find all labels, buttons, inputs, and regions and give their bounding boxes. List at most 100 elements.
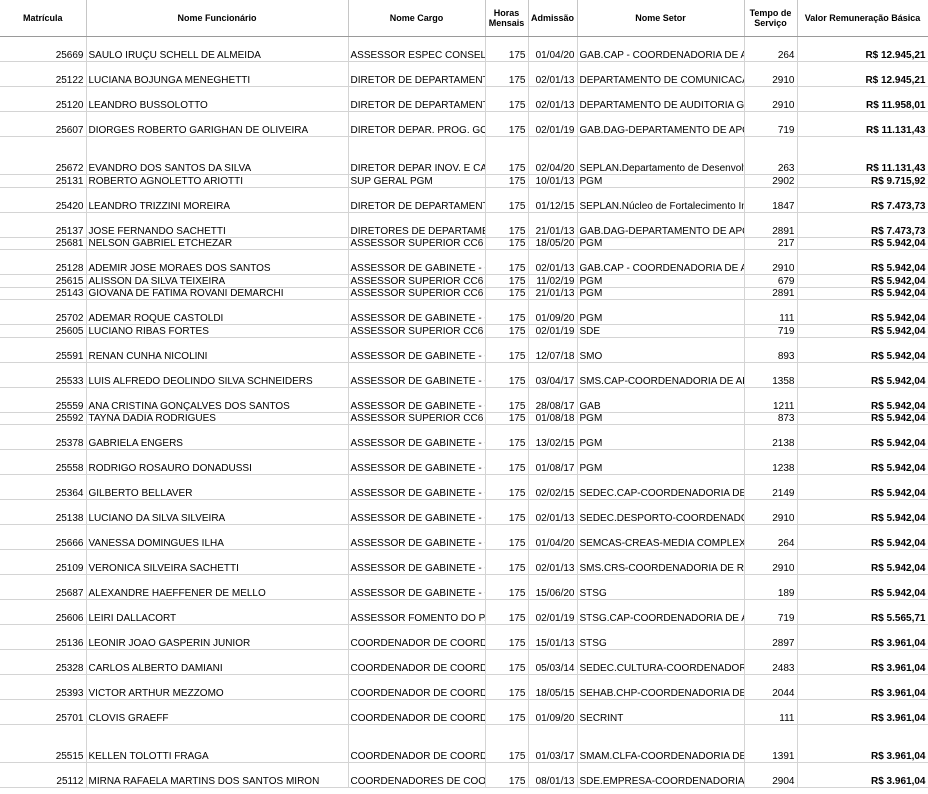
- cell-nome[interactable]: CLOVIS GRAEFF: [86, 699, 349, 725]
- cell-admissao[interactable]: 18/05/20: [528, 237, 578, 250]
- cell-horas[interactable]: 175: [485, 136, 529, 175]
- cell-tempo[interactable]: 189: [744, 574, 798, 600]
- cell-matricula[interactable]: 25138: [0, 499, 87, 525]
- cell-tempo[interactable]: 719: [744, 111, 798, 137]
- cell-tempo[interactable]: 1391: [744, 724, 798, 763]
- table-row[interactable]: 25666 VANESSA DOMINGUES ILHA ASSESSOR DE G…: [0, 524, 928, 550]
- cell-horas[interactable]: 175: [485, 699, 529, 725]
- table-row[interactable]: 25136 LEONIR JOAO GASPERIN JUNIOR COORDENA…: [0, 624, 928, 650]
- cell-tempo[interactable]: 1211: [744, 387, 798, 413]
- cell-cargo[interactable]: DIRETORES DE DEPARTAMENTO: [348, 212, 486, 238]
- cell-nome[interactable]: ADEMIR JOSE MORAES DOS SANTOS: [86, 249, 349, 275]
- table-row[interactable]: 25687 ALEXANDRE HAEFFENER DE MELLO ASSESSO…: [0, 574, 928, 600]
- cell-matricula[interactable]: 25702: [0, 299, 87, 325]
- cell-tempo[interactable]: 719: [744, 324, 798, 338]
- cell-valor[interactable]: R$ 11.958,01: [797, 86, 928, 112]
- cell-tempo[interactable]: 111: [744, 299, 798, 325]
- cell-matricula[interactable]: 25669: [0, 36, 87, 62]
- cell-tempo[interactable]: 111: [744, 699, 798, 725]
- cell-setor[interactable]: PGM: [577, 299, 745, 325]
- cell-cargo[interactable]: ASSESSOR SUPERIOR CC6: [348, 412, 486, 425]
- cell-horas[interactable]: 175: [485, 649, 529, 675]
- cell-horas[interactable]: 175: [485, 499, 529, 525]
- cell-admissao[interactable]: 02/04/20: [528, 136, 578, 175]
- cell-matricula[interactable]: 25136: [0, 624, 87, 650]
- cell-cargo[interactable]: ASSESSOR FOMENTO DO PARQUE MUNI: [348, 599, 486, 625]
- cell-setor[interactable]: SEPLAN.Núcleo de Fortalecimento Instituc…: [577, 187, 745, 213]
- cell-nome[interactable]: NELSON GABRIEL ETCHEZAR: [86, 237, 349, 250]
- table-row[interactable]: 25420 LEANDRO TRIZZINI MOREIRA DIRETOR DE …: [0, 187, 928, 213]
- cell-tempo[interactable]: 2904: [744, 762, 798, 788]
- cell-nome[interactable]: DIORGES ROBERTO GARIGHAN DE OLIVEIRA: [86, 111, 349, 137]
- cell-valor[interactable]: R$ 5.565,71: [797, 599, 928, 625]
- cell-horas[interactable]: 175: [485, 111, 529, 137]
- cell-tempo[interactable]: 217: [744, 237, 798, 250]
- cell-nome[interactable]: LEONIR JOAO GASPERIN JUNIOR: [86, 624, 349, 650]
- table-row[interactable]: 25606 LEIRI DALLACORT ASSESSOR FOMENTO DO …: [0, 599, 928, 625]
- cell-nome[interactable]: VANESSA DOMINGUES ILHA: [86, 524, 349, 550]
- cell-admissao[interactable]: 08/01/13: [528, 762, 578, 788]
- cell-matricula[interactable]: 25672: [0, 136, 87, 175]
- cell-admissao[interactable]: 13/02/15: [528, 424, 578, 450]
- cell-tempo[interactable]: 2044: [744, 674, 798, 700]
- cell-valor[interactable]: R$ 5.942,04: [797, 237, 928, 250]
- cell-valor[interactable]: R$ 3.961,04: [797, 762, 928, 788]
- cell-admissao[interactable]: 21/01/13: [528, 287, 578, 300]
- cell-cargo[interactable]: ASSESSOR SUPERIOR CC6: [348, 237, 486, 250]
- cell-setor[interactable]: STSG: [577, 624, 745, 650]
- cell-cargo[interactable]: ASSESSOR DE GABINETE - CC6 (35 H): [348, 474, 486, 500]
- cell-nome[interactable]: LUCIANO DA SILVA SILVEIRA: [86, 499, 349, 525]
- cell-matricula[interactable]: 25112: [0, 762, 87, 788]
- cell-tempo[interactable]: 2897: [744, 624, 798, 650]
- cell-nome[interactable]: CARLOS ALBERTO DAMIANI: [86, 649, 349, 675]
- cell-horas[interactable]: 175: [485, 287, 529, 300]
- table-row[interactable]: 25328 CARLOS ALBERTO DAMIANI COORDENADOR D…: [0, 649, 928, 675]
- table-row[interactable]: 25533 LUIS ALFREDO DEOLINDO SILVA SCHNEID…: [0, 362, 928, 388]
- col-header-matricula[interactable]: Matrícula: [0, 0, 87, 37]
- cell-matricula[interactable]: 25378: [0, 424, 87, 450]
- table-row[interactable]: 25702 ADEMAR ROQUE CASTOLDI ASSESSOR DE GA…: [0, 299, 928, 325]
- cell-cargo[interactable]: ASSESSOR DE GABINETE - CC6 (35 H): [348, 499, 486, 525]
- cell-admissao[interactable]: 21/01/13: [528, 212, 578, 238]
- cell-valor[interactable]: R$ 12.945,21: [797, 36, 928, 62]
- cell-horas[interactable]: 175: [485, 474, 529, 500]
- cell-valor[interactable]: R$ 11.131,43: [797, 111, 928, 137]
- cell-matricula[interactable]: 25533: [0, 362, 87, 388]
- cell-cargo[interactable]: ASSESSOR DE GABINETE - CC6 (35 H): [348, 362, 486, 388]
- cell-admissao[interactable]: 02/01/19: [528, 599, 578, 625]
- cell-admissao[interactable]: 02/01/13: [528, 61, 578, 87]
- cell-matricula[interactable]: 25606: [0, 599, 87, 625]
- cell-tempo[interactable]: 1238: [744, 449, 798, 475]
- cell-setor[interactable]: DEPARTAMENTO DE COMUNICACAO SOCIAL: [577, 61, 745, 87]
- cell-setor[interactable]: SDE.EMPRESA-COORDENADORIA EMPRESARIAL: [577, 762, 745, 788]
- cell-valor[interactable]: R$ 3.961,04: [797, 649, 928, 675]
- cell-horas[interactable]: 175: [485, 61, 529, 87]
- table-row[interactable]: 25559 ANA CRISTINA GONÇALVES DOS SANTOS AS…: [0, 387, 928, 413]
- cell-cargo[interactable]: DIRETOR DEPAR. PROG. GOV POLIT PÚB: [348, 111, 486, 137]
- cell-cargo[interactable]: ASSESSOR DE GABINETE - CC6 (35 H): [348, 524, 486, 550]
- table-row[interactable]: 25120 LEANDRO BUSSOLOTTO DIRETOR DE DEPART…: [0, 86, 928, 112]
- cell-nome[interactable]: GIOVANA DE FATIMA ROVANI DEMARCHI: [86, 287, 349, 300]
- cell-setor[interactable]: SMO: [577, 337, 745, 363]
- cell-admissao[interactable]: 02/02/15: [528, 474, 578, 500]
- cell-admissao[interactable]: 15/01/13: [528, 624, 578, 650]
- cell-admissao[interactable]: 01/08/18: [528, 412, 578, 425]
- cell-valor[interactable]: R$ 5.942,04: [797, 412, 928, 425]
- cell-setor[interactable]: SEDEC.CULTURA-COORDENADORIA DE CULTURA: [577, 649, 745, 675]
- table-row[interactable]: 25615 ALISSON DA SILVA TEIXEIRA ASSESSOR S…: [0, 274, 928, 288]
- cell-admissao[interactable]: 01/09/20: [528, 299, 578, 325]
- cell-valor[interactable]: R$ 5.942,04: [797, 524, 928, 550]
- cell-cargo[interactable]: ASSESSOR DE GABINETE - CC6 (35 H): [348, 549, 486, 575]
- cell-horas[interactable]: 175: [485, 762, 529, 788]
- table-row[interactable]: 25681 NELSON GABRIEL ETCHEZAR ASSESSOR SUP…: [0, 237, 928, 250]
- table-row[interactable]: 25591 RENAN CUNHA NICOLINI ASSESSOR DE GAB…: [0, 337, 928, 363]
- cell-nome[interactable]: RODRIGO ROSAURO DONADUSSI: [86, 449, 349, 475]
- cell-nome[interactable]: LEANDRO BUSSOLOTTO: [86, 86, 349, 112]
- cell-nome[interactable]: ROBERTO AGNOLETTO ARIOTTI: [86, 174, 349, 188]
- cell-cargo[interactable]: DIRETOR DE DEPARTAMENTO: [348, 187, 486, 213]
- cell-nome[interactable]: LUIS ALFREDO DEOLINDO SILVA SCHNEIDERS: [86, 362, 349, 388]
- cell-valor[interactable]: R$ 3.961,04: [797, 699, 928, 725]
- cell-horas[interactable]: 175: [485, 449, 529, 475]
- table-row[interactable]: 25592 TAYNA DADIA RODRIGUES ASSESSOR SUPER…: [0, 412, 928, 425]
- cell-valor[interactable]: R$ 11.131,43: [797, 136, 928, 175]
